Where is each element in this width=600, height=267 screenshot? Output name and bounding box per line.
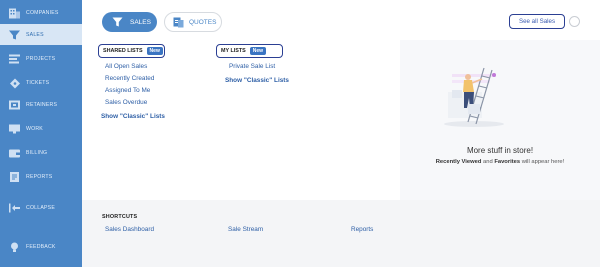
shared-list-link[interactable]: Assigned To Me: [105, 87, 150, 94]
view-toggle[interactable]: [569, 16, 580, 27]
new-badge: New: [146, 47, 163, 55]
tab-quotes[interactable]: QUOTES: [164, 12, 222, 32]
sidebar-item-label: WORK: [26, 125, 43, 132]
shortcut-sales-dashboard[interactable]: Sales Dashboard: [105, 226, 154, 233]
shared-lists-header: SHARED LISTS New: [98, 44, 165, 58]
shortcut-reports[interactable]: Reports: [351, 226, 373, 233]
building-icon: [9, 8, 20, 18]
monitor-icon: [9, 124, 20, 133]
new-badge: New: [249, 47, 267, 55]
sidebar-item-label: REPORTS: [26, 173, 53, 180]
empty-state-subtitle: Recently Viewed and Favorites will appea…: [400, 159, 600, 165]
wallet-icon: [9, 149, 20, 157]
funnel-icon: [112, 17, 123, 27]
my-lists-title: MY LISTS: [221, 48, 246, 54]
report-icon: [10, 171, 19, 182]
sidebar-item-sales[interactable]: SALES: [0, 24, 82, 45]
collapse-icon: [9, 203, 20, 212]
funnel-icon: [9, 30, 20, 39]
quote-icon: [173, 17, 184, 27]
shared-list-link[interactable]: All Open Sales: [105, 63, 147, 70]
sidebar-item-label: BILLING: [26, 149, 48, 156]
sidebar-item-work[interactable]: WORK: [0, 118, 82, 139]
lightbulb-icon: [11, 242, 18, 252]
recently-viewed-label: Recently Viewed: [435, 159, 482, 165]
favorites-label: Favorites: [494, 159, 521, 165]
sidebar-item-projects[interactable]: PROJECTS: [0, 48, 82, 69]
subtitle-end: will appear here!: [520, 159, 565, 165]
sidebar-item-label: SALES: [26, 31, 44, 38]
shared-list-link[interactable]: Sales Overdue: [105, 99, 147, 106]
sidebar: COMPANIES SALES PROJECTS TICKETS RETAINE…: [0, 0, 82, 267]
show-classic-lists-link[interactable]: Show "Classic" Lists: [101, 113, 165, 120]
sidebar-item-retainers[interactable]: RETAINERS: [0, 94, 82, 115]
header: SALES QUOTES See all Sales: [82, 0, 600, 40]
sidebar-item-collapse[interactable]: COLLAPSE: [0, 197, 82, 218]
my-list-link[interactable]: Private Sale List: [229, 63, 275, 70]
ladder-illustration: [444, 67, 504, 127]
shortcut-sale-stream[interactable]: Sale Stream: [228, 226, 263, 233]
sidebar-item-label: COMPANIES: [26, 9, 59, 16]
sidebar-item-label: FEEDBACK: [26, 243, 56, 250]
show-classic-lists-link[interactable]: Show "Classic" Lists: [225, 77, 289, 84]
sidebar-item-feedback[interactable]: FEEDBACK: [0, 236, 82, 257]
shared-list-link[interactable]: Recently Created: [105, 75, 154, 82]
tab-label: QUOTES: [189, 18, 217, 26]
see-all-sales-button[interactable]: See all Sales: [509, 14, 565, 29]
sidebar-item-label: RETAINERS: [26, 101, 58, 108]
shortcuts-title: SHORTCUTS: [102, 214, 138, 220]
sidebar-item-tickets[interactable]: TICKETS: [0, 72, 82, 93]
sidebar-item-billing[interactable]: BILLING: [0, 142, 82, 163]
shared-lists-title: SHARED LISTS: [103, 48, 143, 54]
retainer-icon: [9, 100, 20, 109]
sidebar-item-companies[interactable]: COMPANIES: [0, 2, 82, 23]
sidebar-item-label: PROJECTS: [26, 55, 56, 62]
tab-label: SALES: [130, 18, 151, 26]
sidebar-item-reports[interactable]: REPORTS: [0, 166, 82, 187]
list-icon: [9, 54, 20, 63]
tab-sales[interactable]: SALES: [102, 12, 157, 32]
shortcuts-section: SHORTCUTS Sales Dashboard Sale Stream Re…: [82, 200, 600, 267]
ticket-icon: [10, 78, 20, 88]
recently-viewed-panel: More stuff in store! Recently Viewed and…: [400, 40, 600, 200]
sidebar-item-label: TICKETS: [26, 79, 50, 86]
my-lists-header: MY LISTS New: [216, 44, 283, 58]
empty-state-title: More stuff in store!: [466, 146, 534, 155]
subtitle-connector: and: [481, 159, 495, 165]
sidebar-item-label: COLLAPSE: [26, 204, 55, 211]
